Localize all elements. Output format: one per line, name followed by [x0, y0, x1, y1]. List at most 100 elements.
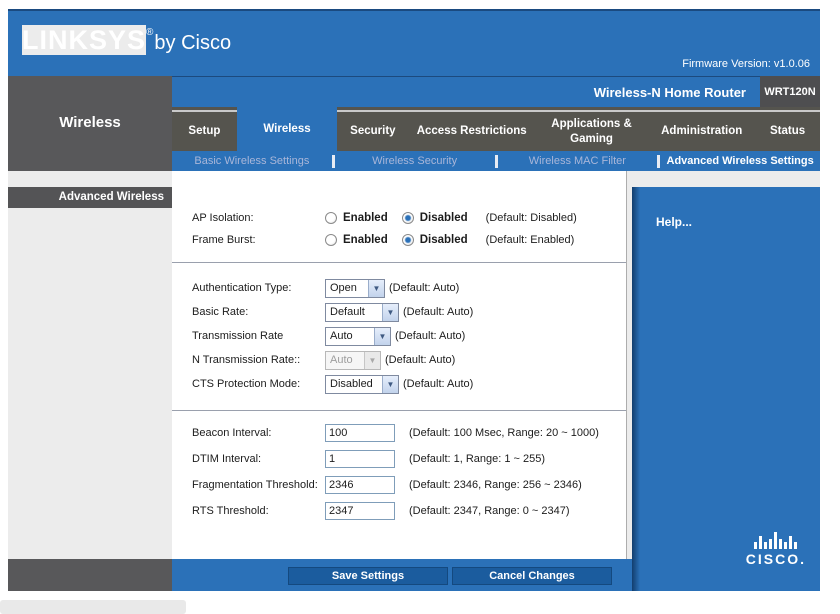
- sidebar-strip: [8, 171, 172, 187]
- default-hint: (Default: Enabled): [486, 234, 575, 246]
- ap-isolation-disabled-radio[interactable]: [402, 212, 414, 224]
- field-label: Authentication Type:: [192, 282, 325, 294]
- settings-form: AP Isolation: Enabled Disabled (Default:…: [172, 171, 627, 559]
- chevron-down-icon[interactable]: ▼: [368, 280, 384, 297]
- n-transmission-rate-select: Auto ▼: [325, 351, 381, 370]
- chevron-down-icon[interactable]: ▼: [382, 376, 398, 393]
- basic-rate-select[interactable]: Default ▼: [325, 303, 399, 322]
- tab-administration[interactable]: Administration: [648, 110, 755, 151]
- select-value: Disabled: [326, 376, 382, 393]
- field-label: Basic Rate:: [192, 306, 325, 318]
- ap-isolation-enabled-radio[interactable]: [325, 212, 337, 224]
- tab-wireless[interactable]: Wireless: [237, 107, 337, 151]
- sidebar-header: Wireless: [8, 76, 172, 171]
- help-link[interactable]: Help...: [656, 215, 692, 229]
- field-label: Beacon Interval:: [192, 427, 325, 439]
- logo-byline: by Cisco: [154, 32, 231, 54]
- field-label: CTS Protection Mode:: [192, 378, 325, 390]
- subtab-wireless-security[interactable]: Wireless Security: [335, 155, 495, 167]
- product-banner-bar: Wireless-N Home Router: [172, 76, 760, 107]
- radio-option-label: Disabled: [420, 234, 468, 246]
- rts-threshold-row: RTS Threshold: (Default: 2347, Range: 0 …: [172, 498, 626, 524]
- tab-security[interactable]: Security: [337, 110, 408, 151]
- default-hint: (Default: Auto): [403, 378, 473, 390]
- subtab-wireless-mac-filter[interactable]: Wireless MAC Filter: [498, 155, 658, 167]
- default-hint: (Default: 1, Range: 1 ~ 255): [409, 453, 545, 465]
- authentication-type-row: Authentication Type: Open ▼ (Default: Au…: [172, 276, 626, 300]
- select-value: Default: [326, 304, 382, 321]
- brand-header: LINKSYS®by Cisco Firmware Version: v1.0.…: [8, 9, 820, 76]
- n-transmission-rate-row: N Transmission Rate:: Auto ▼ (Default: A…: [172, 348, 626, 372]
- field-label: Transmission Rate: [192, 330, 325, 342]
- logo-text: LINKSYS: [22, 25, 146, 55]
- transmission-rate-row: Transmission Rate Auto ▼ (Default: Auto): [172, 324, 626, 348]
- radio-option-label: Disabled: [420, 212, 468, 224]
- section-divider: [172, 262, 626, 263]
- field-label: DTIM Interval:: [192, 453, 325, 465]
- fragmentation-threshold-input[interactable]: [325, 476, 395, 494]
- tab-status[interactable]: Status: [755, 110, 820, 151]
- frame-burst-row: Frame Burst: Enabled Disabled (Default: …: [172, 229, 626, 251]
- select-value: Auto: [326, 328, 374, 345]
- app-shell: LINKSYS®by Cisco Firmware Version: v1.0.…: [8, 9, 820, 591]
- transmission-rate-select[interactable]: Auto ▼: [325, 327, 391, 346]
- firmware-version: Firmware Version: v1.0.06: [682, 58, 810, 70]
- right-column: Wireless-N Home Router WRT120N Setup Wir…: [172, 76, 820, 591]
- dtim-interval-input[interactable]: [325, 450, 395, 468]
- cts-protection-mode-row: CTS Protection Mode: Disabled ▼ (Default…: [172, 372, 626, 396]
- save-settings-button[interactable]: Save Settings: [288, 567, 448, 585]
- tab-applications-gaming[interactable]: Applications & Gaming: [535, 110, 648, 151]
- default-hint: (Default: Auto): [385, 354, 455, 366]
- subtab-advanced-wireless-settings[interactable]: Advanced Wireless Settings: [660, 155, 820, 167]
- model-number-badge: WRT120N: [760, 76, 820, 107]
- tab-setup[interactable]: Setup: [172, 110, 237, 151]
- subtab-basic-wireless-settings[interactable]: Basic Wireless Settings: [172, 155, 332, 167]
- authentication-type-select[interactable]: Open ▼: [325, 279, 385, 298]
- section-divider: [172, 410, 626, 411]
- field-label: Frame Burst:: [192, 234, 325, 246]
- radio-option-label: Enabled: [343, 234, 388, 246]
- bottom-left-bar: [0, 600, 186, 614]
- field-label: AP Isolation:: [192, 212, 325, 224]
- linksys-logo: LINKSYS®by Cisco: [22, 25, 231, 56]
- default-hint: (Default: Auto): [403, 306, 473, 318]
- default-hint: (Default: 2347, Range: 0 ~ 2347): [409, 505, 570, 517]
- field-label: Fragmentation Threshold:: [192, 479, 325, 491]
- default-hint: (Default: 2346, Range: 256 ~ 2346): [409, 479, 582, 491]
- field-label: RTS Threshold:: [192, 505, 325, 517]
- content-area: AP Isolation: Enabled Disabled (Default:…: [172, 171, 820, 591]
- select-value: Auto: [326, 352, 364, 369]
- ap-isolation-row: AP Isolation: Enabled Disabled (Default:…: [172, 207, 626, 229]
- beacon-interval-row: Beacon Interval: (Default: 100 Msec, Ran…: [172, 420, 626, 446]
- main-tab-bar: Setup Wireless Security Access Restricti…: [172, 107, 820, 151]
- tab-access-restrictions[interactable]: Access Restrictions: [409, 110, 535, 151]
- router-admin-page: LINKSYS®by Cisco Firmware Version: v1.0.…: [0, 0, 840, 614]
- sidebar-footer: [8, 559, 172, 591]
- chevron-down-icon: ▼: [364, 352, 380, 369]
- radio-option-label: Enabled: [343, 212, 388, 224]
- frame-burst-disabled-radio[interactable]: [402, 234, 414, 246]
- rts-threshold-input[interactable]: [325, 502, 395, 520]
- field-label: N Transmission Rate::: [192, 354, 325, 366]
- frame-burst-enabled-radio[interactable]: [325, 234, 337, 246]
- sidebar-body: Advanced Wireless: [8, 171, 172, 591]
- product-name: Wireless-N Home Router: [594, 85, 760, 100]
- chevron-down-icon[interactable]: ▼: [374, 328, 390, 345]
- cancel-changes-button[interactable]: Cancel Changes: [452, 567, 612, 585]
- action-bar: Save Settings Cancel Changes: [172, 559, 632, 591]
- cisco-bars-icon: [746, 532, 806, 549]
- help-panel: Help... CISCO.: [632, 187, 820, 591]
- dtim-interval-row: DTIM Interval: (Default: 1, Range: 1 ~ 2…: [172, 446, 626, 472]
- registered-mark-icon: ®: [146, 27, 153, 38]
- basic-rate-row: Basic Rate: Default ▼ (Default: Auto): [172, 300, 626, 324]
- cts-protection-mode-select[interactable]: Disabled ▼: [325, 375, 399, 394]
- cisco-wordmark: CISCO.: [746, 551, 806, 567]
- beacon-interval-input[interactable]: [325, 424, 395, 442]
- page-title: Wireless: [8, 76, 172, 131]
- sidebar-fill: [8, 208, 172, 559]
- default-hint: (Default: Auto): [395, 330, 465, 342]
- product-banner: Wireless-N Home Router WRT120N: [172, 76, 820, 107]
- chevron-down-icon[interactable]: ▼: [382, 304, 398, 321]
- select-value: Open: [326, 280, 368, 297]
- sidebar-section-label: Advanced Wireless: [8, 187, 172, 208]
